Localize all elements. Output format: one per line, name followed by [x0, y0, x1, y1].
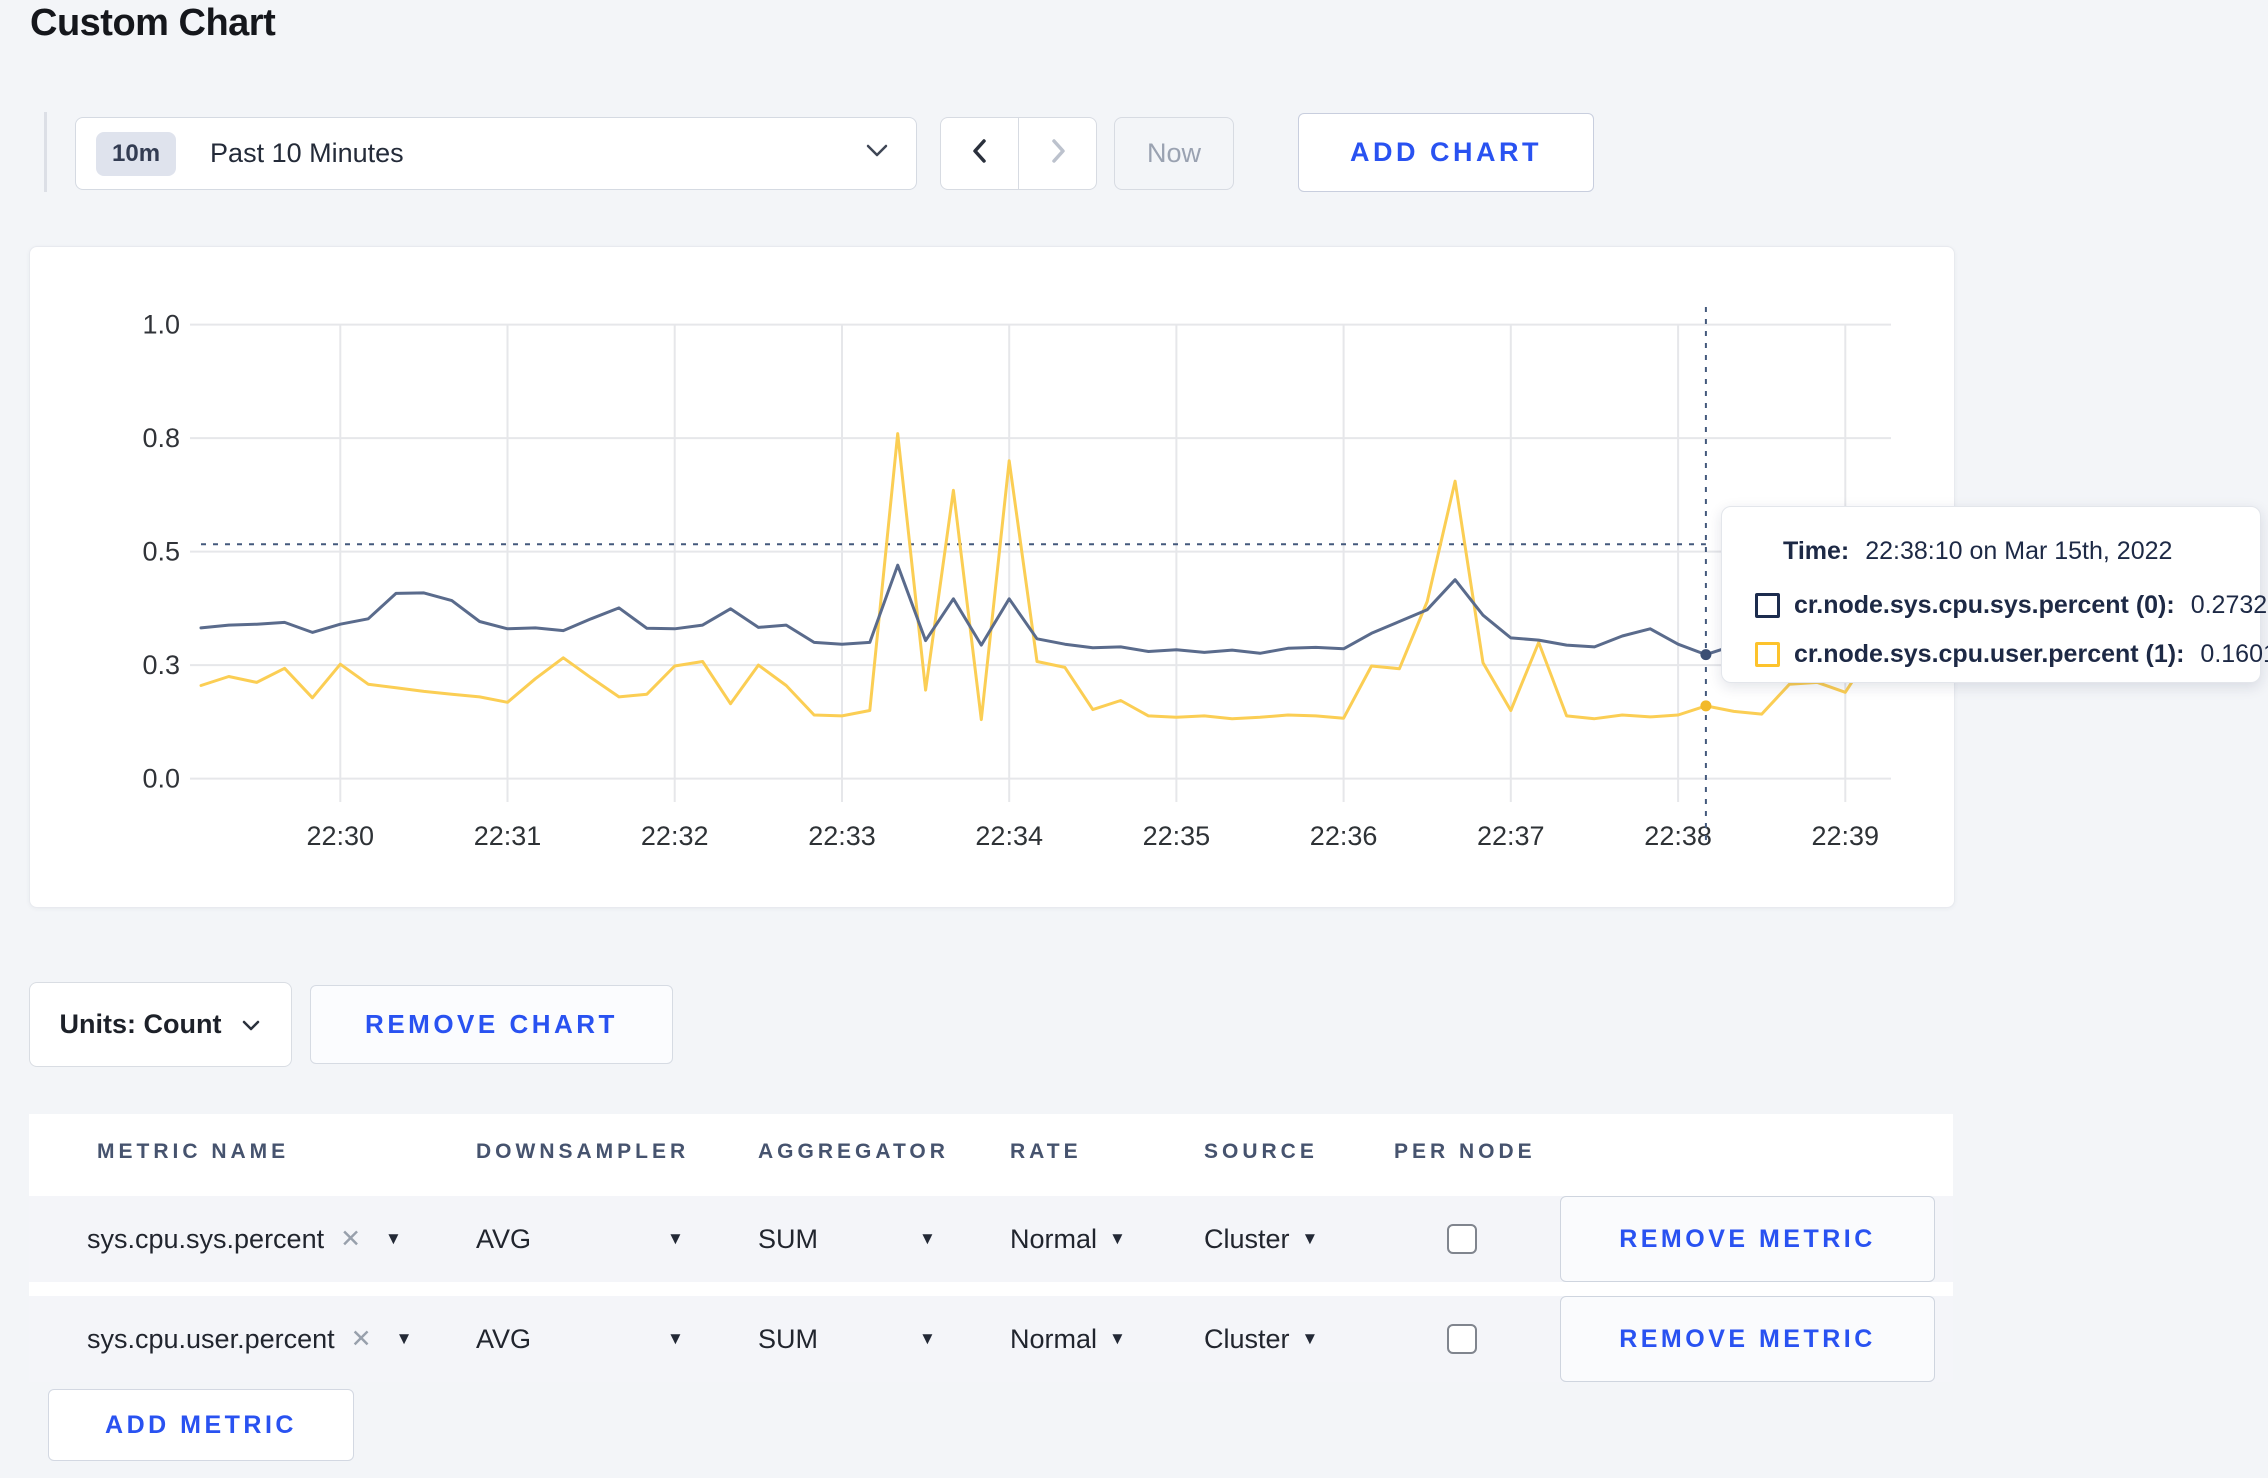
chevron-down-icon	[241, 1009, 261, 1040]
tooltip-time-value: 22:38:10 on Mar 15th, 2022	[1865, 537, 2173, 565]
timeseries-chart[interactable]: 0.0 0.3 0.5 0.8 1.0 22:30 22:31 22:32 22:33 22:34…	[30, 247, 1954, 907]
svg-text:0.5: 0.5	[142, 537, 180, 567]
time-range-dropdown[interactable]: 10m Past 10 Minutes	[75, 117, 917, 190]
toolbar-divider	[44, 112, 47, 192]
aggregator-select[interactable]: SUM	[758, 1296, 818, 1382]
svg-text:22:37: 22:37	[1477, 821, 1545, 851]
caret-down-icon: ▼	[667, 1229, 684, 1248]
caret-down-icon: ▼	[919, 1329, 936, 1348]
chevron-left-icon	[967, 136, 993, 171]
now-button-label: Now	[1146, 138, 1201, 168]
tooltip-series-value: 0.2732	[2190, 591, 2268, 619]
remove-metric-label: REMOVE METRIC	[1619, 1324, 1876, 1353]
caret-down-icon: ▼	[667, 1329, 684, 1348]
clear-metric-icon[interactable]: ✕	[340, 1224, 361, 1254]
svg-text:0.8: 0.8	[142, 423, 180, 453]
svg-text:22:38: 22:38	[1644, 821, 1712, 851]
time-range-label: Past 10 Minutes	[210, 138, 404, 168]
clear-metric-icon[interactable]: ✕	[351, 1324, 372, 1354]
svg-text:0.3: 0.3	[142, 650, 180, 680]
col-header-aggregator: AGGREGATOR	[758, 1140, 949, 1163]
aggregator-value: SUM	[758, 1323, 818, 1354]
col-header-downsampler: DOWNSAMPLER	[476, 1140, 690, 1163]
custom-chart-page: Custom Chart 10m Past 10 Minutes Now ADD…	[0, 0, 2268, 1478]
source-select[interactable]: Cluster ▼	[1204, 1296, 1318, 1382]
caret-down-icon: ▼	[919, 1229, 936, 1248]
tooltip-series-name: cr.node.sys.cpu.sys.percent (0):	[1794, 591, 2175, 619]
svg-text:0.0: 0.0	[142, 764, 180, 794]
add-metric-button[interactable]: ADD METRIC	[48, 1389, 354, 1461]
source-select[interactable]: Cluster ▼	[1204, 1196, 1318, 1282]
rate-select[interactable]: Normal ▼	[1010, 1296, 1126, 1382]
metrics-table: METRIC NAME DOWNSAMPLER AGGREGATOR RATE …	[29, 1114, 1953, 1382]
page-title: Custom Chart	[30, 2, 276, 44]
aggregator-select[interactable]: SUM	[758, 1196, 818, 1282]
metric-row: sys.cpu.sys.percent ✕ ▼ AVG ▼ SUM ▼ Norm…	[29, 1196, 1953, 1282]
rate-value: Normal	[1010, 1323, 1098, 1354]
metric-row: sys.cpu.user.percent ✕ ▼ AVG ▼ SUM ▼ Nor…	[29, 1296, 1953, 1382]
remove-chart-label: REMOVE CHART	[365, 1009, 618, 1039]
caret-down-icon: ▼	[1301, 1329, 1319, 1348]
series-swatch-sys	[1755, 593, 1780, 618]
downsampler-select[interactable]: AVG	[476, 1296, 531, 1382]
caret-down-icon: ▼	[1109, 1329, 1126, 1348]
caret-down-icon: ▼	[385, 1229, 402, 1248]
downsampler-value: AVG	[476, 1323, 532, 1354]
metric-name-value: sys.cpu.sys.percent	[87, 1223, 325, 1254]
svg-text:22:32: 22:32	[641, 821, 709, 851]
prev-interval-button[interactable]	[941, 118, 1019, 189]
col-header-rate: RATE	[1010, 1140, 1082, 1163]
time-pager	[940, 117, 1097, 190]
source-value: Cluster	[1204, 1223, 1290, 1254]
chart-card: 0.0 0.3 0.5 0.8 1.0 22:30 22:31 22:32 22:33 22:34…	[29, 246, 1955, 908]
series-swatch-user	[1755, 642, 1780, 667]
svg-text:22:39: 22:39	[1812, 821, 1880, 851]
downsampler-value: AVG	[476, 1223, 532, 1254]
tooltip-time-label: Time:	[1783, 537, 1850, 565]
time-range-badge: 10m	[96, 131, 177, 176]
metric-name-value: sys.cpu.user.percent	[87, 1323, 335, 1354]
rate-value: Normal	[1010, 1223, 1098, 1254]
tooltip-series-value: 0.1601	[2200, 640, 2268, 668]
per-node-checkbox[interactable]	[1447, 1224, 1477, 1254]
units-label: Units: Count	[59, 1009, 222, 1039]
tooltip-series-row: cr.node.sys.cpu.user.percent (1): 0.1601	[1755, 640, 2268, 669]
remove-metric-label: REMOVE METRIC	[1619, 1224, 1876, 1253]
downsampler-select[interactable]: AVG	[476, 1196, 531, 1282]
svg-text:22:33: 22:33	[808, 821, 876, 851]
metric-name-select[interactable]: sys.cpu.user.percent ✕ ▼	[87, 1296, 412, 1382]
rate-select[interactable]: Normal ▼	[1010, 1196, 1126, 1282]
remove-chart-button[interactable]: REMOVE CHART	[310, 985, 673, 1064]
svg-text:1.0: 1.0	[142, 310, 180, 340]
chevron-down-icon	[864, 142, 890, 165]
col-header-per-node: PER NODE	[1394, 1140, 1536, 1163]
metric-name-select[interactable]: sys.cpu.sys.percent ✕ ▼	[87, 1196, 402, 1282]
remove-metric-button[interactable]: REMOVE METRIC	[1560, 1296, 1935, 1382]
caret-down-icon: ▼	[1109, 1229, 1126, 1248]
svg-text:22:31: 22:31	[474, 821, 542, 851]
remove-metric-button[interactable]: REMOVE METRIC	[1560, 1196, 1935, 1282]
next-interval-button[interactable]	[1019, 118, 1096, 189]
chevron-right-icon	[1045, 136, 1071, 171]
add-chart-button[interactable]: ADD CHART	[1298, 113, 1594, 192]
svg-text:22:34: 22:34	[975, 821, 1043, 851]
add-chart-label: ADD CHART	[1350, 137, 1542, 167]
chart-tooltip: Time: 22:38:10 on Mar 15th, 2022 cr.node…	[1721, 506, 2268, 683]
tooltip-series-name: cr.node.sys.cpu.user.percent (1):	[1794, 640, 2185, 668]
per-node-checkbox[interactable]	[1447, 1324, 1477, 1354]
add-metric-label: ADD METRIC	[105, 1410, 297, 1439]
caret-down-icon: ▼	[395, 1329, 413, 1348]
tooltip-time-row: Time: 22:38:10 on Mar 15th, 2022	[1783, 537, 2244, 566]
col-header-metric-name: METRIC NAME	[97, 1140, 290, 1163]
caret-down-icon: ▼	[1301, 1229, 1319, 1248]
svg-text:22:35: 22:35	[1143, 821, 1211, 851]
source-value: Cluster	[1204, 1323, 1290, 1354]
svg-text:22:36: 22:36	[1310, 821, 1378, 851]
aggregator-value: SUM	[758, 1223, 818, 1254]
col-header-source: SOURCE	[1204, 1140, 1318, 1163]
tooltip-series-row: cr.node.sys.cpu.sys.percent (0): 0.2732	[1755, 591, 2267, 620]
now-button[interactable]: Now	[1114, 117, 1234, 190]
svg-text:22:30: 22:30	[307, 821, 375, 851]
units-dropdown[interactable]: Units: Count	[29, 982, 292, 1067]
